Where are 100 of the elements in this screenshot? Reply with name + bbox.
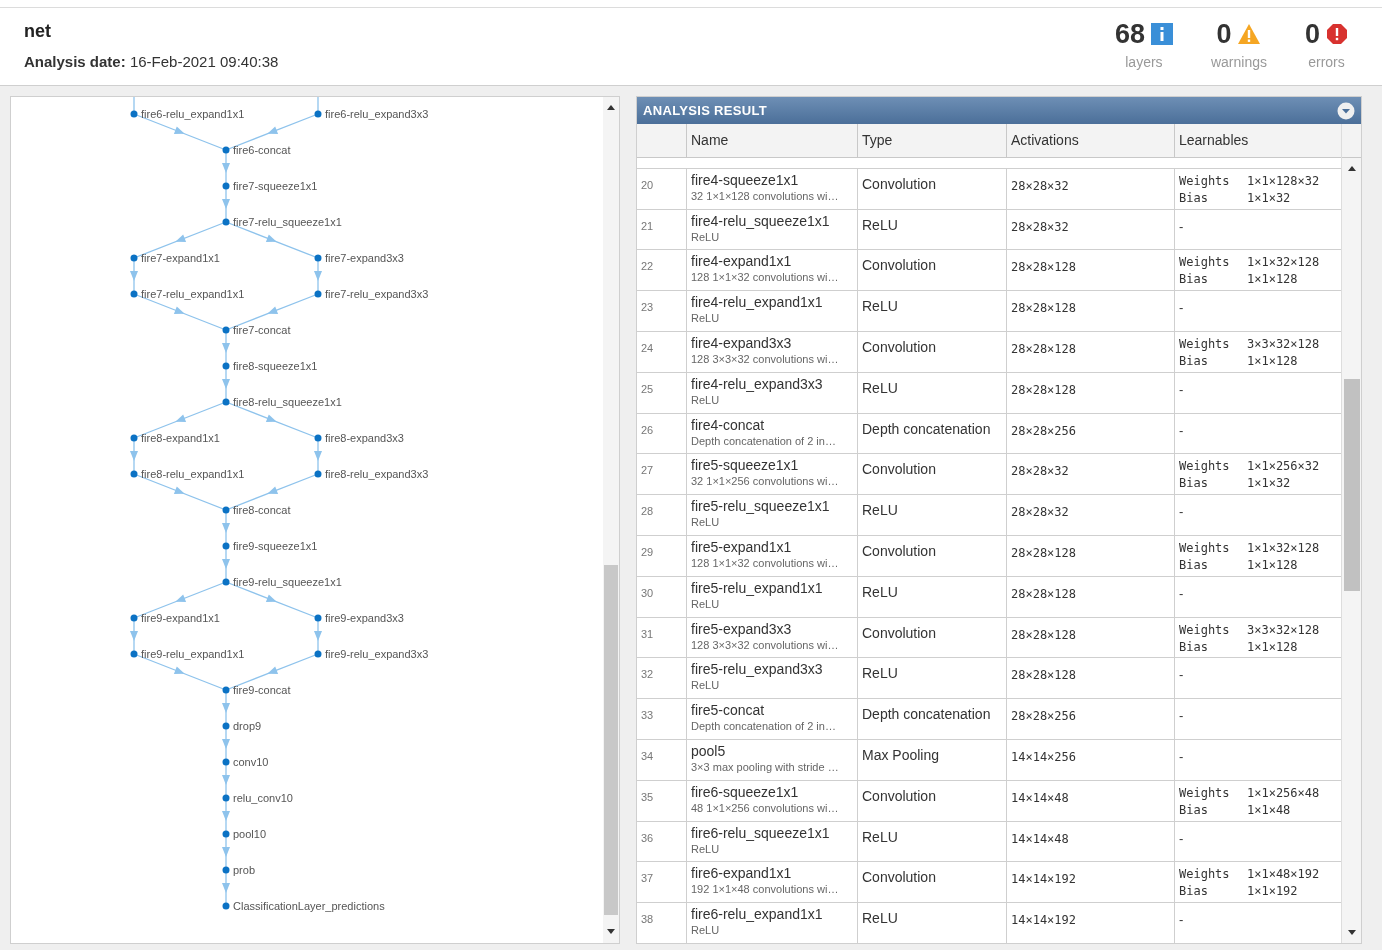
layer-node[interactable] [314, 650, 322, 658]
learnable-name: Bias [1179, 557, 1209, 575]
row-number: 23 [641, 301, 654, 314]
scroll-down-icon[interactable] [1347, 930, 1356, 935]
row-number: 30 [641, 586, 654, 599]
layer-node[interactable] [222, 722, 230, 730]
layer-node[interactable] [314, 110, 322, 118]
layer-node[interactable] [314, 434, 322, 442]
layer-description: 48 1×1×256 convolutions wi… [691, 800, 840, 815]
column-header[interactable]: Type [862, 129, 893, 151]
row-number: 21 [641, 219, 654, 232]
layer-name: fire4-expand3x3 [691, 335, 793, 353]
layer-node[interactable] [222, 182, 230, 190]
layer-node[interactable] [222, 866, 230, 874]
edge-arrow [222, 800, 230, 832]
layer-label: fire7-squeeze1x1 [233, 180, 318, 192]
layer-name: fire6-relu_expand1x1 [691, 906, 824, 924]
layer-type: ReLU [862, 216, 898, 233]
collapse-icon[interactable] [1337, 101, 1355, 120]
layer-description: ReLU [691, 596, 721, 611]
layer-node[interactable] [130, 650, 138, 658]
layer-node[interactable] [222, 686, 230, 694]
layer-node[interactable] [222, 758, 230, 766]
row-number: 35 [641, 790, 654, 803]
learnable-name: Bias [1179, 883, 1209, 901]
layer-label: fire9-expand3x3 [325, 612, 404, 624]
layer-type: ReLU [862, 379, 898, 396]
layer-type: ReLU [862, 828, 898, 845]
learnables-value: - [1179, 708, 1184, 724]
column-header[interactable]: Learnables [1179, 129, 1249, 151]
layer-node[interactable] [314, 470, 322, 478]
layer-node[interactable] [222, 362, 230, 370]
layer-label: fire9-relu_expand1x1 [141, 648, 245, 660]
layer-node[interactable] [222, 398, 230, 406]
layer-node[interactable] [222, 902, 230, 910]
layer-type: ReLU [862, 502, 898, 519]
layer-node[interactable] [222, 218, 230, 226]
layer-label: fire7-concat [233, 324, 291, 336]
layer-label: relu_conv10 [233, 792, 293, 804]
layer-node[interactable] [130, 470, 138, 478]
layer-type: Depth concatenation [862, 420, 991, 437]
layer-node[interactable] [222, 830, 230, 838]
scroll-up-icon[interactable] [607, 105, 615, 110]
layer-name: fire4-relu_expand3x3 [691, 375, 824, 393]
activation-size: 28×28×128 [1011, 382, 1077, 397]
learnables-value: - [1179, 422, 1184, 438]
stat-label: warnings [1210, 52, 1267, 72]
layer-node[interactable] [222, 542, 230, 550]
layer-node[interactable] [130, 290, 138, 298]
layer-node[interactable] [222, 794, 230, 802]
scrollbar-thumb[interactable] [1343, 379, 1360, 591]
layer-label: fire9-squeeze1x1 [233, 540, 318, 552]
learnable-name: Weights [1179, 336, 1231, 354]
row-number: 28 [641, 505, 654, 518]
layer-node[interactable] [130, 254, 138, 262]
activation-size: 28×28×128 [1011, 301, 1077, 316]
layer-node[interactable] [222, 506, 230, 514]
layer-name: fire5-concat [691, 702, 766, 720]
layer-node[interactable] [130, 614, 138, 622]
learnables-value: - [1179, 749, 1184, 764]
learnable-size: 1×1×48 [1247, 801, 1292, 819]
info-count: 68 [1114, 20, 1145, 48]
layer-node[interactable] [222, 326, 230, 334]
learnable-name: Bias [1179, 475, 1209, 493]
layer-type: ReLU [862, 910, 898, 927]
layer-label: fire8-expand1x1 [141, 432, 220, 444]
layer-label: prob [233, 864, 256, 876]
layer-name: fire6-squeeze1x1 [691, 783, 800, 801]
learnable-name: Weights [1179, 866, 1231, 884]
layer-label: fire9-relu_expand3x3 [325, 648, 429, 660]
activation-size: 14×14×256 [1011, 750, 1077, 764]
layer-label: fire8-relu_expand3x3 [325, 468, 429, 480]
learnable-size: 1×1×32 [1247, 475, 1292, 493]
network-name: net [24, 20, 52, 43]
layer-node[interactable] [222, 578, 230, 586]
scroll-up-icon[interactable] [1347, 166, 1356, 171]
scroll-down-icon[interactable] [607, 929, 615, 934]
layer-description: 128 1×1×32 convolutions wi… [691, 270, 840, 285]
scrollbar-thumb[interactable] [604, 565, 618, 915]
layer-node[interactable] [130, 110, 138, 118]
layer-name: fire5-relu_expand1x1 [691, 579, 824, 597]
layer-label: fire6-relu_expand3x3 [325, 108, 429, 120]
layer-node[interactable] [222, 146, 230, 154]
column-header[interactable]: Activations [1011, 129, 1079, 151]
layer-node[interactable] [314, 290, 322, 298]
learnable-size: 1×1×256×48 [1247, 784, 1321, 802]
row-number: 32 [641, 668, 654, 681]
learnables-value: - [1179, 667, 1184, 683]
column-header[interactable]: Name [691, 129, 729, 151]
layer-description: 128 3×3×32 convolutions wi… [691, 637, 840, 652]
layer-node[interactable] [314, 614, 322, 622]
layer-label: drop9 [233, 720, 262, 732]
layer-node[interactable] [314, 254, 322, 262]
activation-size: 28×28×32 [1011, 219, 1069, 234]
learnable-size: 1×1×32×128 [1247, 254, 1321, 272]
layer-description: ReLU [691, 678, 721, 693]
row-number: 25 [641, 382, 654, 395]
stat-label: errors [1308, 52, 1345, 72]
layer-node[interactable] [130, 434, 138, 442]
learnables-value: - [1179, 300, 1184, 316]
